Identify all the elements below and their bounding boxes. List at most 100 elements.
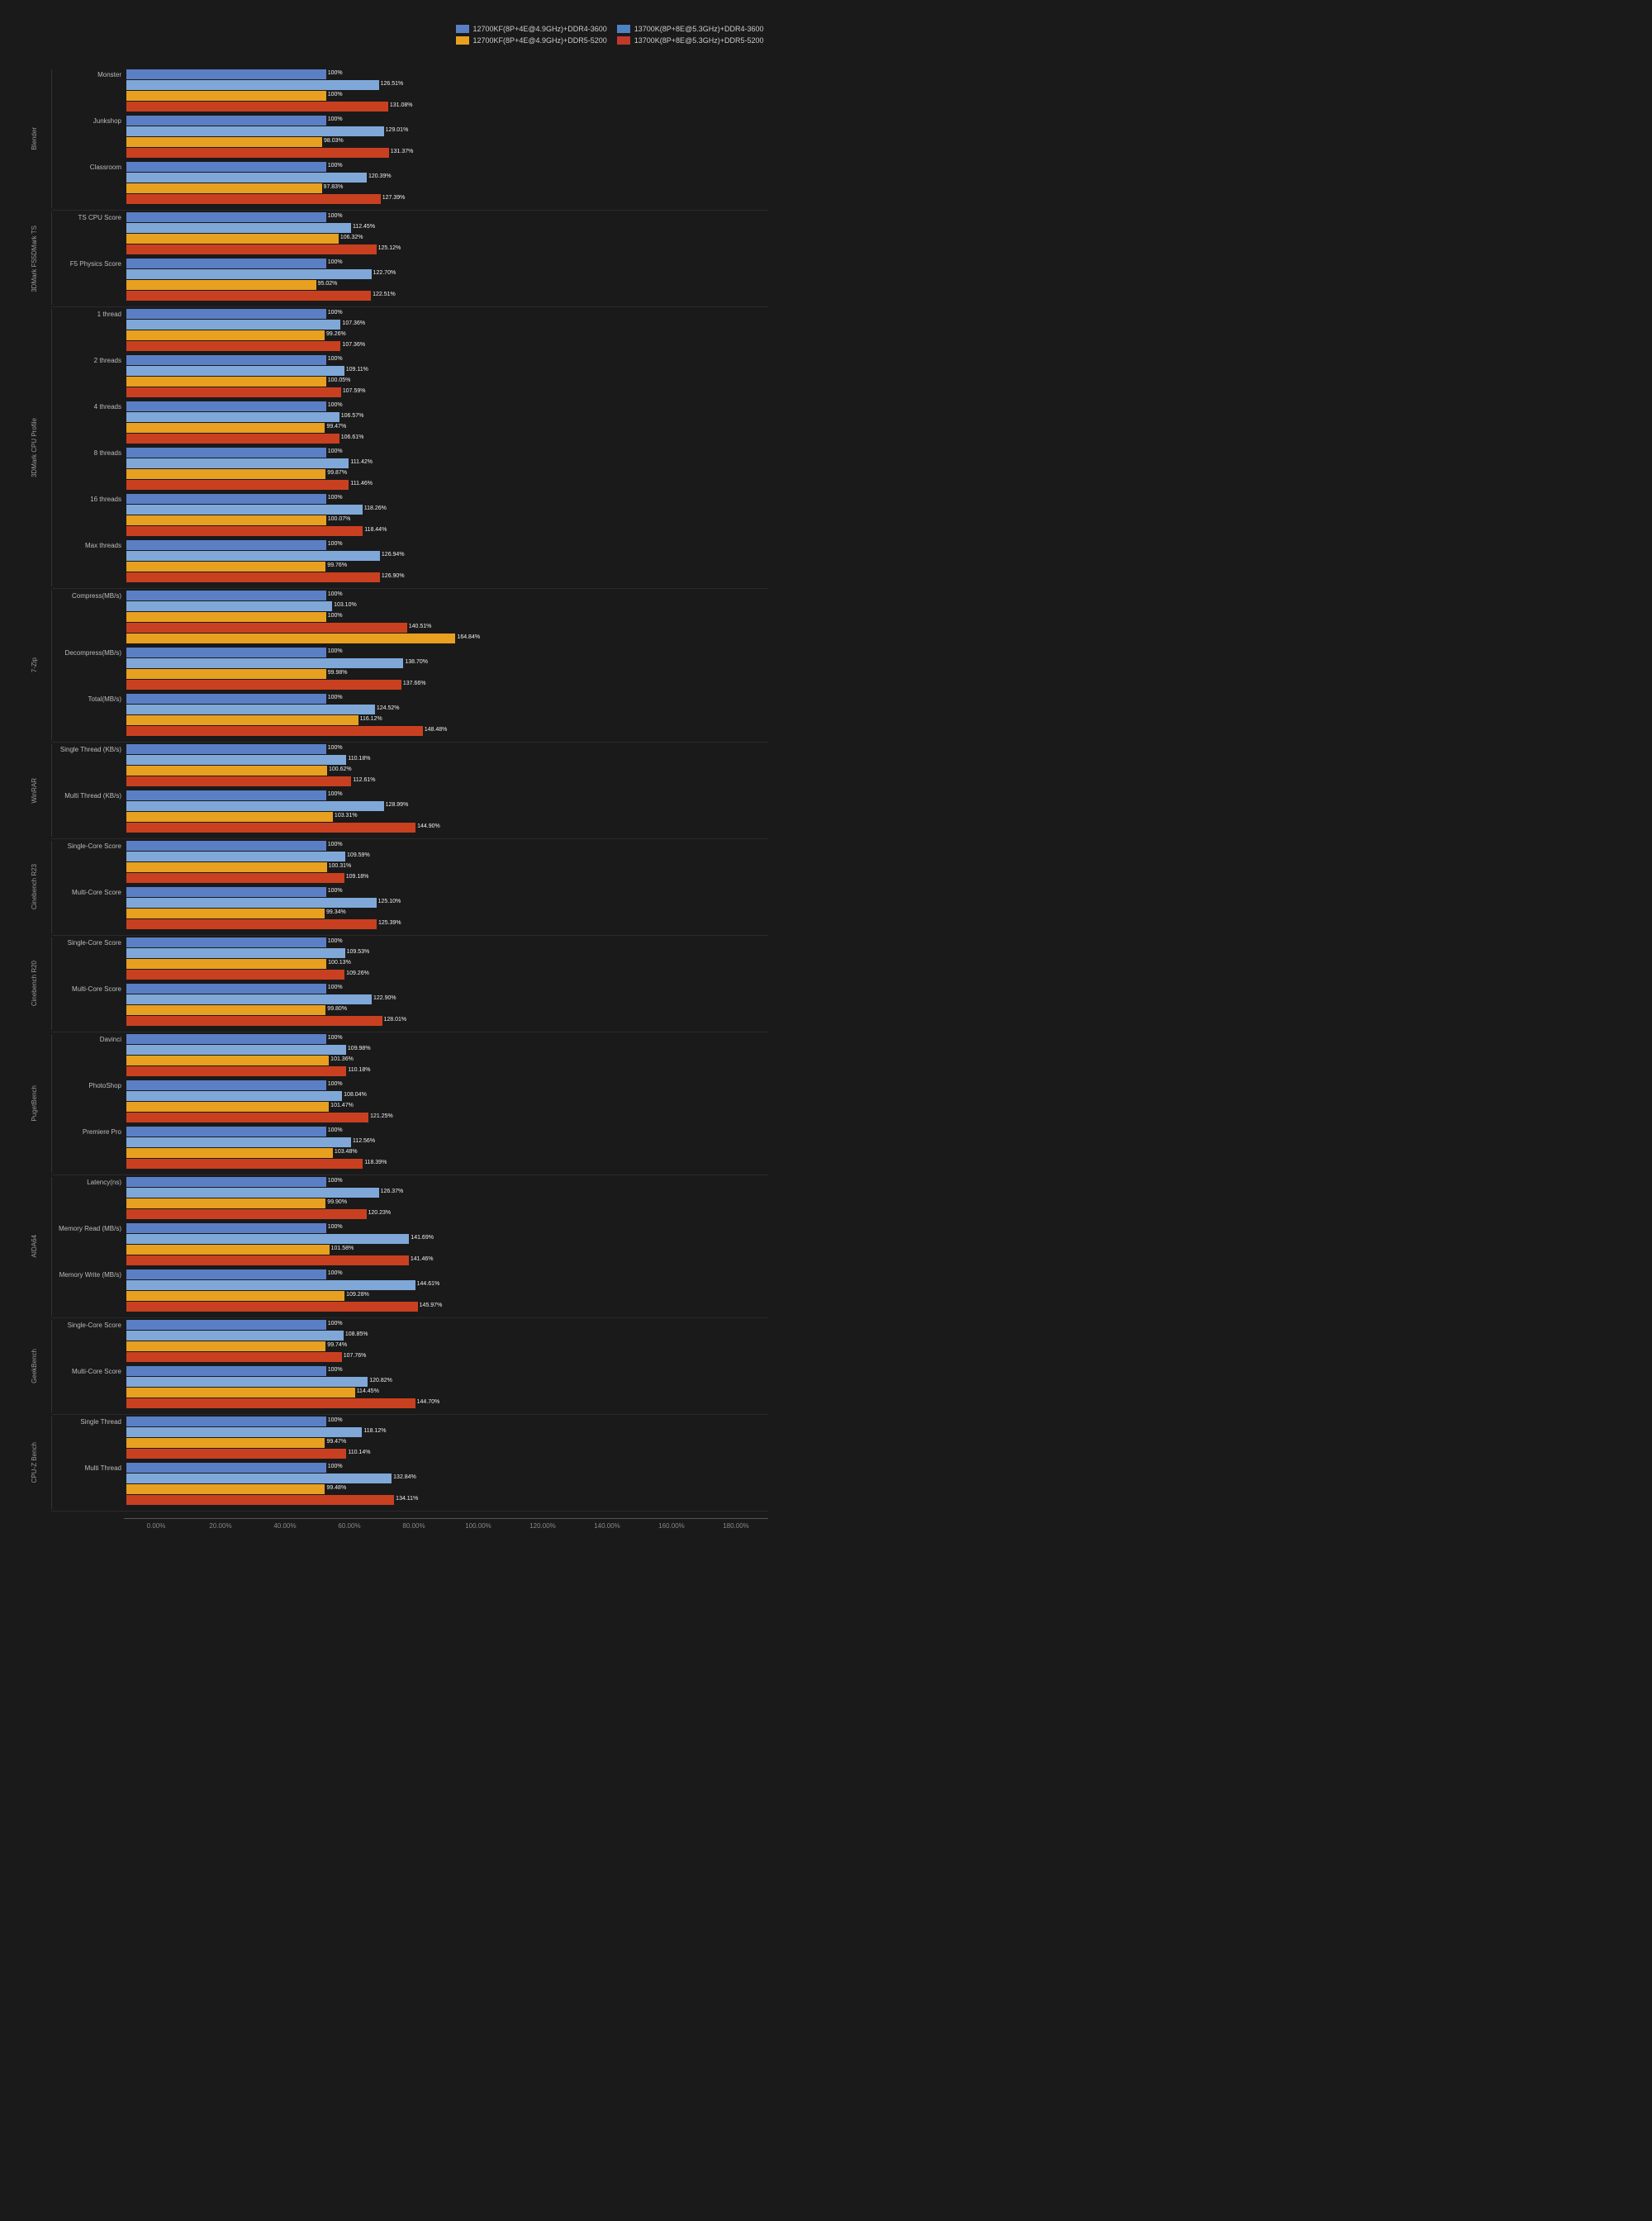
bar-row: 100% (126, 694, 768, 704)
bar-fill (126, 540, 326, 550)
bar-fill (126, 330, 325, 340)
bar-fill (126, 841, 326, 851)
bar-value: 111.42% (350, 459, 373, 465)
bar-fill (126, 766, 327, 776)
bar-fill (126, 448, 326, 458)
bar-fill (126, 862, 327, 872)
bar-value: 99.98% (328, 670, 348, 676)
bar-row: 109.28% (126, 1291, 768, 1301)
bar-value: 100% (328, 745, 343, 751)
bar-row: 99.80% (126, 1005, 768, 1015)
bar-value: 110.18% (348, 756, 370, 762)
bench-name: Single Thread (54, 1417, 126, 1426)
bar-fill (126, 116, 326, 126)
bar-value: 107.59% (343, 388, 366, 394)
group-label-6: Cinebench R20 (17, 937, 51, 1030)
bars-container: 100%124.52%116.12%148.48% (126, 694, 768, 737)
bar-value: 110.14% (348, 1450, 370, 1455)
bar-fill (126, 412, 339, 422)
section-content-3: Compress(MB/s)100%103.10%100%140.51%164.… (51, 591, 768, 740)
bench-name: Multi-Core Score (54, 887, 126, 897)
bar-row: 100% (126, 1463, 768, 1473)
bar-row: 120.39% (126, 173, 768, 183)
bar-value: 103.31% (335, 813, 358, 819)
bench-item: 8 threads100%111.42%99.87%111.46% (54, 448, 768, 491)
bar-row: 122.90% (126, 994, 768, 1004)
bar-row: 112.56% (126, 1137, 768, 1147)
bar-fill (126, 1352, 342, 1362)
group-label-text: 7-Zip (31, 657, 38, 672)
bars-container: 100%125.10%99.34%125.39% (126, 887, 768, 930)
bars-container: 100%128.99%103.31%144.90% (126, 790, 768, 833)
x-axis: 0.00%20.00%40.00%60.00%80.00%100.00%120.… (124, 1518, 768, 1530)
bar-value: 100% (328, 1367, 343, 1373)
bar-value: 116.12% (360, 716, 382, 722)
group-label-1: 3DMark FS5DMark TS (17, 212, 51, 305)
section-3: 7-Zip Compress(MB/s)100%103.10%100%140.51… (17, 591, 768, 740)
bar-value: 126.90% (382, 573, 405, 579)
bar-row: 128.99% (126, 801, 768, 811)
group-label-text: AIDA64 (31, 1235, 38, 1258)
page-header: 12700KF(8P+4E@4.9GHz)+DDR4-360013700K(8P… (17, 25, 768, 45)
bench-item: F5 Physics Score100%122.70%95.02%122.51% (54, 259, 768, 301)
section-1: 3DMark FS5DMark TSTS CPU Score100%112.45… (17, 212, 768, 305)
bar-fill (126, 341, 340, 351)
bench-name: Multi Thread (KB/s) (54, 790, 126, 800)
bar-row: 124.52% (126, 705, 768, 714)
bench-item: Premiere Pro100%112.56%103.48%118.39% (54, 1127, 768, 1170)
bar-fill (126, 591, 326, 600)
bar-row: 100% (126, 91, 768, 101)
bench-item: 2 threads100%109.11%100.05%107.59% (54, 355, 768, 398)
bar-value: 121.25% (370, 1113, 393, 1119)
group-label-7: PugetBench (17, 1034, 51, 1173)
bar-row: 109.26% (126, 970, 768, 980)
bar-row: 100% (126, 937, 768, 947)
bar-fill (126, 1045, 346, 1055)
bar-fill (126, 984, 326, 994)
bar-fill (126, 1463, 326, 1473)
bar-row: 107.36% (126, 320, 768, 330)
section-content-4: Single Thread (KB/s)100%110.18%100.62%11… (51, 744, 768, 837)
bar-row: 99.76% (126, 562, 768, 572)
section-divider (51, 838, 768, 839)
bar-value: 100% (328, 1081, 343, 1087)
bar-fill (126, 612, 326, 622)
bar-value: 109.59% (347, 852, 370, 858)
bar-row: 116.12% (126, 715, 768, 725)
bar-fill (126, 280, 316, 290)
bar-row: 100% (126, 355, 768, 365)
bar-row: 103.48% (126, 1148, 768, 1158)
bar-row: 100.05% (126, 377, 768, 387)
bar-row: 141.46% (126, 1255, 768, 1265)
bar-row: 100% (126, 841, 768, 851)
bar-value: 100% (328, 1224, 343, 1230)
bar-fill (126, 469, 325, 479)
x-tick: 60.00% (317, 1522, 382, 1530)
bench-name: Total(MB/s) (54, 694, 126, 704)
bench-item: 4 threads100%106.57%99.47%106.61% (54, 401, 768, 444)
bar-fill (126, 309, 326, 319)
bar-row: 132.84% (126, 1474, 768, 1483)
bar-fill (126, 1056, 329, 1065)
bar-value: 97.83% (324, 184, 344, 190)
bar-row: 99.47% (126, 1438, 768, 1448)
bar-value: 99.48% (326, 1485, 346, 1491)
bar-row: 109.59% (126, 852, 768, 861)
bar-row: 126.90% (126, 572, 768, 582)
bar-fill (126, 1495, 394, 1505)
bar-value: 98.03% (324, 138, 344, 144)
bar-fill (126, 80, 379, 90)
bar-value: 100% (328, 1035, 343, 1041)
bars-container: 100%111.42%99.87%111.46% (126, 448, 768, 491)
bar-fill (126, 259, 326, 268)
bar-fill (126, 1234, 409, 1244)
bar-fill (126, 1331, 344, 1341)
legend-item: 13700K(8P+8E@5.3GHz)+DDR4-3600 (617, 25, 768, 33)
bar-value: 144.61% (417, 1281, 440, 1287)
bar-row: 110.18% (126, 1066, 768, 1076)
bar-fill (126, 909, 325, 918)
bar-row: 108.04% (126, 1091, 768, 1101)
bar-value: 120.82% (369, 1378, 392, 1383)
bar-fill (126, 1159, 363, 1169)
bar-row: 125.12% (126, 244, 768, 254)
